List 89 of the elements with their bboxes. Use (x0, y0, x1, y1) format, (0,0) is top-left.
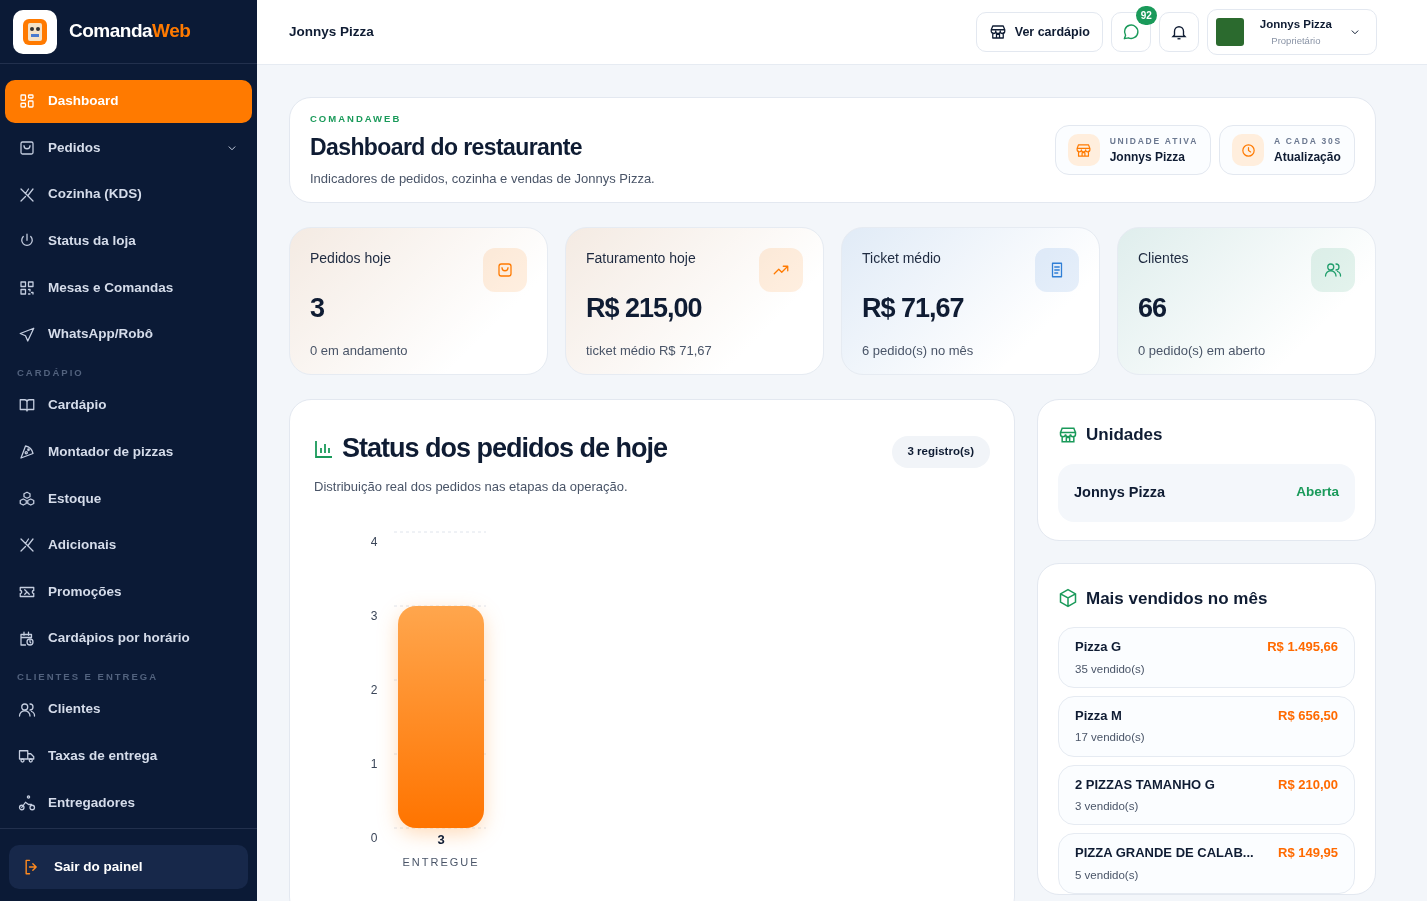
bike-icon (18, 793, 36, 812)
product-total: R$ 1.495,66 (1267, 638, 1338, 656)
product-total: R$ 210,00 (1278, 775, 1338, 794)
stat-label: Clientes (1138, 249, 1189, 269)
panel-subtitle: Distribuição real dos pedidos nas etapas da operação. (314, 477, 629, 496)
info-chip: UNIDADE ATIVA Jonnys Pizza (1054, 125, 1212, 176)
nav-item[interactable]: Adicionais (5, 524, 252, 567)
stat-value: 66 (1138, 292, 1168, 326)
section-label: CARDÁPIO (16, 365, 85, 380)
box-icon (1058, 588, 1078, 609)
brand-name: ComandaWeb (69, 19, 191, 44)
category-label: ENTREGUE (402, 856, 480, 869)
product-name: Pizza M (1075, 706, 1123, 725)
page-title: Jonnys Pizza (289, 22, 374, 41)
nav-item[interactable]: Montador de pizzas (5, 430, 252, 474)
stat-value: 3 (310, 292, 326, 326)
qr-icon (18, 278, 36, 297)
unit-name: Jonnys Pizza (1074, 482, 1166, 502)
store-icon (1058, 425, 1078, 445)
users-icon (18, 700, 36, 719)
stat-label: Ticket médio (862, 249, 941, 269)
eyebrow-label: COMANDAWEB (310, 112, 403, 126)
panel-title: Mais vendidos no mês (1086, 587, 1268, 610)
calendar-clock-icon (18, 629, 36, 648)
utensils-icon (18, 185, 36, 204)
send-icon (18, 325, 36, 344)
app-logo (13, 9, 57, 54)
truck-icon (18, 747, 36, 766)
stat-note: 0 pedido(s) em aberto (1138, 341, 1267, 360)
product-name: 2 PIZZAS TAMANHO G (1075, 775, 1215, 794)
panel-title: Unidades (1086, 424, 1163, 447)
dashboard-title: Dashboard do restaurante (310, 133, 583, 163)
panel-title: Status dos pedidos de hoje (342, 432, 668, 466)
product-name: PIZZA GRANDE DE CALAB... (1075, 844, 1254, 863)
section-label: CLIENTES E ENTREGA (16, 669, 160, 684)
count-badge: 92 (1135, 6, 1157, 25)
sold-count: 17 vendido(s) (1075, 730, 1145, 746)
stat-label: Pedidos hoje (310, 249, 391, 269)
nav-item[interactable]: Clientes (5, 688, 252, 731)
nav-item[interactable]: Taxas de entrega (5, 734, 252, 778)
product-name: Pizza G (1075, 638, 1123, 656)
view-menu-button[interactable]: Ver cardápio (975, 12, 1103, 52)
stat-value: R$ 71,67 (862, 292, 965, 326)
bag-icon (496, 261, 514, 280)
nav-item[interactable]: Promoções (5, 570, 252, 614)
notifications-button[interactable] (1158, 12, 1199, 52)
sold-count: 35 vendido(s) (1075, 661, 1145, 677)
unit-row[interactable]: Jonnys Pizza Aberta (1058, 463, 1355, 522)
user-menu-button[interactable]: Jonnys Pizza Proprietário (1206, 9, 1377, 55)
chat-button[interactable] (1110, 12, 1151, 52)
axis-tick: 0 (370, 831, 378, 846)
data-label: 3 (437, 832, 445, 848)
info-chip: A CADA 30S Atualização (1219, 125, 1355, 176)
nav-item[interactable]: WhatsApp/Robô (5, 313, 252, 356)
nav-item[interactable]: Mesas e Comandas (5, 266, 252, 310)
bag-icon (18, 138, 36, 157)
nav-item[interactable]: Entregadores (5, 781, 252, 825)
store-icon (1075, 141, 1093, 159)
stat-note: 0 em andamento (310, 341, 409, 360)
boxes-icon (18, 489, 36, 508)
status-label: Aberta (1296, 482, 1339, 501)
logout-button[interactable]: Sair do painel (9, 845, 248, 889)
axis-tick: 3 (370, 609, 378, 624)
nav-item[interactable]: Pedidos (5, 126, 252, 170)
sold-count: 3 vendido(s) (1075, 799, 1140, 814)
avatar (1215, 18, 1244, 46)
count-badge: 3 registro(s) (891, 436, 990, 468)
clock-icon (1239, 141, 1257, 159)
nav-item[interactable]: Cardápios por horário (5, 617, 252, 660)
users-icon (1324, 261, 1342, 280)
stat-note: 6 pedido(s) no mês (862, 341, 975, 360)
axis-tick: 2 (370, 683, 378, 698)
dashboard-subtitle: Indicadores de pedidos, cozinha e vendas de Jonnys Pizza. (310, 169, 655, 188)
product-total: R$ 149,95 (1278, 844, 1338, 863)
nav-item[interactable]: Estoque (5, 477, 252, 520)
nav-item[interactable]: Status da loja (5, 219, 252, 263)
stat-note: ticket médio R$ 71,67 (586, 341, 713, 360)
grid-icon (18, 92, 36, 111)
axis-tick: 1 (370, 757, 378, 772)
product-total: R$ 656,50 (1278, 706, 1338, 725)
sold-count: 5 vendido(s) (1075, 867, 1140, 883)
stat-value: R$ 215,00 (586, 292, 703, 326)
bell-icon (1169, 23, 1188, 41)
stat-label: Faturamento hoje (586, 249, 696, 269)
bar-chart-icon (314, 438, 334, 459)
nav-item[interactable]: Cardápio (5, 384, 252, 427)
store-icon (988, 23, 1007, 41)
axis-tick: 4 (370, 535, 378, 550)
nav-item[interactable]: Cozinha (KDS) (5, 173, 252, 216)
